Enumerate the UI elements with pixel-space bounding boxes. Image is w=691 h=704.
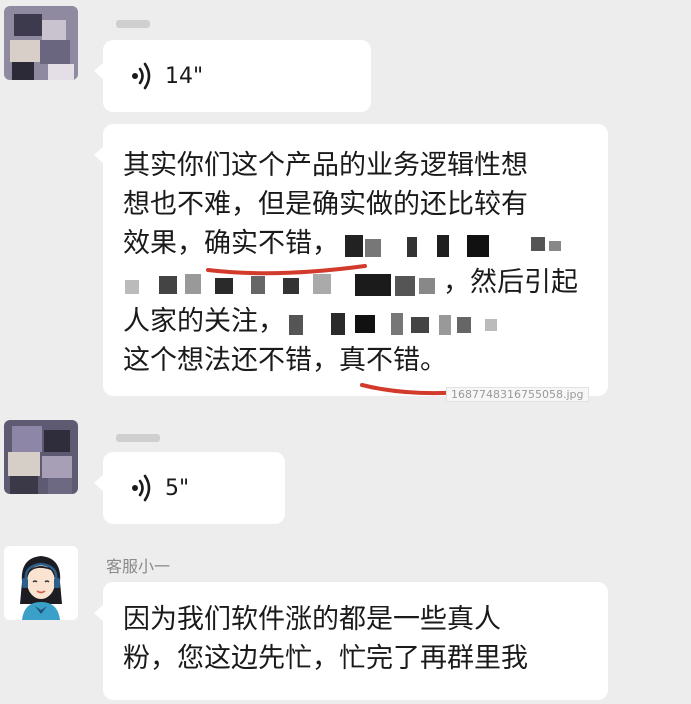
customer-service-agent-avatar[interactable] bbox=[4, 546, 78, 620]
text-message-bubble[interactable]: 因为我们软件涨的都是一些真人 粉，您这边先忙，忙完了再群里我 bbox=[94, 582, 608, 700]
avatar[interactable] bbox=[4, 6, 78, 80]
message-text: 人家的关注， bbox=[123, 306, 285, 337]
message-line: 想也不难，但是确实做的还比较有 bbox=[123, 189, 528, 220]
message-line: 这个想法还不错，真不错。 bbox=[123, 345, 447, 376]
message-line: 其实你们这个产品的业务逻辑性想 bbox=[123, 150, 528, 181]
message-text: 效果，确实不错， bbox=[123, 228, 339, 259]
voice-wave-icon bbox=[132, 62, 151, 90]
sender-name-blurred bbox=[116, 434, 160, 442]
voice-duration: 5" bbox=[165, 475, 190, 501]
sender-name-blurred bbox=[116, 20, 150, 28]
voice-message-bubble[interactable]: 5" bbox=[94, 452, 285, 524]
redacted-text bbox=[285, 309, 515, 337]
avatar[interactable] bbox=[4, 420, 78, 494]
red-underline-annotation bbox=[206, 264, 367, 276]
voice-message-bubble[interactable]: 14" bbox=[94, 40, 371, 112]
message-line-5: 人家的关注， bbox=[123, 302, 588, 341]
attachment-filename: 1687748316755058.jpg bbox=[446, 387, 589, 402]
message-text: ，然后引起 bbox=[443, 267, 578, 298]
agent-icon bbox=[4, 546, 78, 620]
voice-wave-icon bbox=[132, 474, 151, 502]
message-line: 粉，您这边先忙，忙完了再群里我 bbox=[123, 643, 528, 674]
sender-name: 客服小一 bbox=[106, 557, 171, 576]
voice-duration: 14" bbox=[165, 63, 204, 89]
redacted-text bbox=[339, 231, 569, 259]
message-line: 因为我们软件涨的都是一些真人 bbox=[123, 604, 501, 635]
